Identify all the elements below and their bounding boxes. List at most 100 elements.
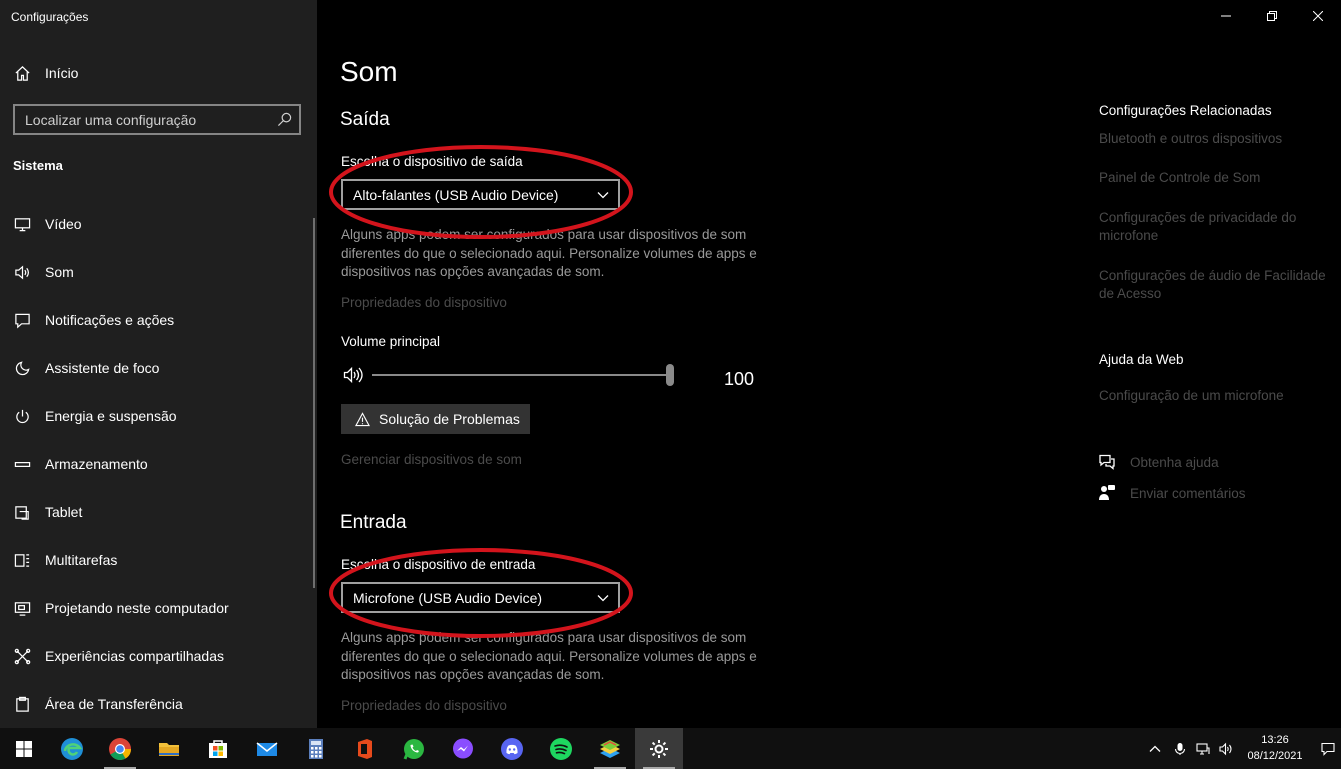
related-link-sound-control-panel[interactable]: Painel de Controle de Som [1099,169,1339,187]
sidebar-item-label: Notificações e ações [45,312,175,328]
clipboard-icon [13,695,31,713]
sidebar-item-som[interactable]: Som [0,248,317,296]
tray-network[interactable] [1196,728,1210,769]
output-heading: Saída [340,109,390,130]
sidebar-item-label: Vídeo [45,216,82,232]
spotify-icon [550,737,572,760]
page-title: Som [340,56,398,87]
related-link-ease-of-access-audio[interactable]: Configurações de áudio de Facilidade de … [1099,267,1339,303]
minimize-button[interactable] [1203,0,1249,32]
edge-icon [61,737,83,760]
calculator-icon [309,738,323,759]
bluestacks-icon [600,739,620,758]
taskbar-office[interactable] [341,728,389,769]
taskbar-edge[interactable] [48,728,96,769]
start-button[interactable] [0,728,48,769]
close-button[interactable] [1295,0,1341,32]
feedback-icon [1099,485,1115,500]
sidebar-item-label: Tablet [45,504,83,520]
display-icon [13,215,31,233]
output-device-dropdown[interactable]: Alto-falantes (USB Audio Device) [341,179,620,210]
taskbar-settings[interactable] [635,728,683,769]
microsoft-store-icon [209,739,227,758]
search-icon[interactable] [277,112,292,127]
sidebar-scrollbar[interactable] [313,218,315,588]
taskbar-whatsapp[interactable] [390,728,438,769]
taskbar-chrome[interactable] [96,728,144,769]
send-feedback-link[interactable]: Enviar comentários [1098,484,1246,502]
taskbar-calculator[interactable] [292,728,340,769]
send-feedback-label: Enviar comentários [1130,485,1246,501]
restore-button[interactable] [1249,0,1295,32]
volume-value: 100 [724,369,755,389]
nav-list: Vídeo Som Notificações e ações Assistent… [0,200,317,728]
sidebar-item-label: Energia e suspensão [45,408,177,424]
related-link-mic-privacy[interactable]: Configurações de privacidade do microfon… [1099,209,1339,245]
minimize-icon [1221,15,1231,17]
input-choose-label: Escolha o dispositivo de entrada [341,557,536,572]
tray-microphone[interactable] [1173,728,1187,769]
related-link-bluetooth[interactable]: Bluetooth e outros dispositivos [1099,130,1339,148]
taskbar-spotify[interactable] [537,728,585,769]
sidebar-item-multitarefas[interactable]: Multitarefas [0,536,317,584]
taskbar-discord[interactable] [488,728,536,769]
volume-slider-track[interactable] [372,374,668,376]
action-center-icon [1321,742,1335,756]
input-device-value: Microfone (USB Audio Device) [353,589,543,606]
input-device-dropdown[interactable]: Microfone (USB Audio Device) [341,582,620,613]
search-input[interactable] [15,111,265,128]
clock-date: 08/12/2021 [1247,750,1303,762]
sidebar-item-video[interactable]: Vídeo [0,200,317,248]
volume-slider-thumb[interactable] [666,364,674,386]
moon-icon [13,359,31,377]
sidebar-item-label: Projetando neste computador [45,600,229,616]
taskbar-mail[interactable] [243,728,291,769]
sidebar-item-energia[interactable]: Energia e suspensão [0,392,317,440]
clock-time: 13:26 [1261,734,1289,746]
sidebar-item-projetando[interactable]: Projetando neste computador [0,584,317,632]
taskbar-clock[interactable]: 13:26 08/12/2021 [1238,732,1312,764]
sidebar-item-notificacoes[interactable]: Notificações e ações [0,296,317,344]
tray-show-hidden[interactable] [1148,728,1162,769]
sidebar-item-experiencias[interactable]: Experiências compartilhadas [0,632,317,680]
input-description: Alguns apps podem ser configurados para … [341,630,757,682]
output-choose-label: Escolha o dispositivo de saída [341,154,523,169]
output-properties-link[interactable]: Propriedades do dispositivo [341,295,507,310]
sidebar-item-assistente-foco[interactable]: Assistente de foco [0,344,317,392]
chevron-up-icon [1149,745,1161,752]
taskbar-store[interactable] [194,728,242,769]
office-icon [358,738,372,759]
storage-icon [13,455,31,473]
taskbar-messenger[interactable] [439,728,487,769]
restore-icon [1267,11,1277,21]
nav-home[interactable]: Início [0,58,317,88]
multitask-icon [13,551,31,569]
tray-volume[interactable] [1219,728,1233,769]
search-box[interactable] [13,104,301,135]
sidebar-item-tablet[interactable]: Tablet [0,488,317,536]
troubleshoot-button[interactable]: Solução de Problemas [341,404,530,434]
discord-icon [501,737,523,760]
tablet-icon [13,503,31,521]
sidebar-item-armazenamento[interactable]: Armazenamento [0,440,317,488]
nav-home-label: Início [45,65,79,81]
input-properties-link[interactable]: Propriedades do dispositivo [341,698,507,713]
power-icon [13,407,31,425]
web-link-mic-setup[interactable]: Configuração de um microfone [1099,387,1339,405]
tray-notifications[interactable] [1321,728,1335,769]
notification-icon [13,311,31,329]
volume-icon[interactable] [343,366,367,384]
network-icon [1196,742,1210,755]
output-description: Alguns apps podem ser configurados para … [341,227,757,279]
manage-devices-link[interactable]: Gerenciar dispositivos de som [341,452,522,467]
help-chat-icon [1099,454,1115,470]
whatsapp-icon [403,738,424,760]
file-explorer-icon [159,742,179,756]
app-title: Configurações [11,10,89,24]
get-help-link[interactable]: Obtenha ajuda [1098,453,1219,471]
taskbar-bluestacks[interactable] [586,728,634,769]
shared-icon [13,647,31,665]
taskbar-file-explorer[interactable] [145,728,193,769]
windows-start-icon [16,740,32,757]
sidebar-item-area-transferencia[interactable]: Área de Transferência [0,680,317,728]
